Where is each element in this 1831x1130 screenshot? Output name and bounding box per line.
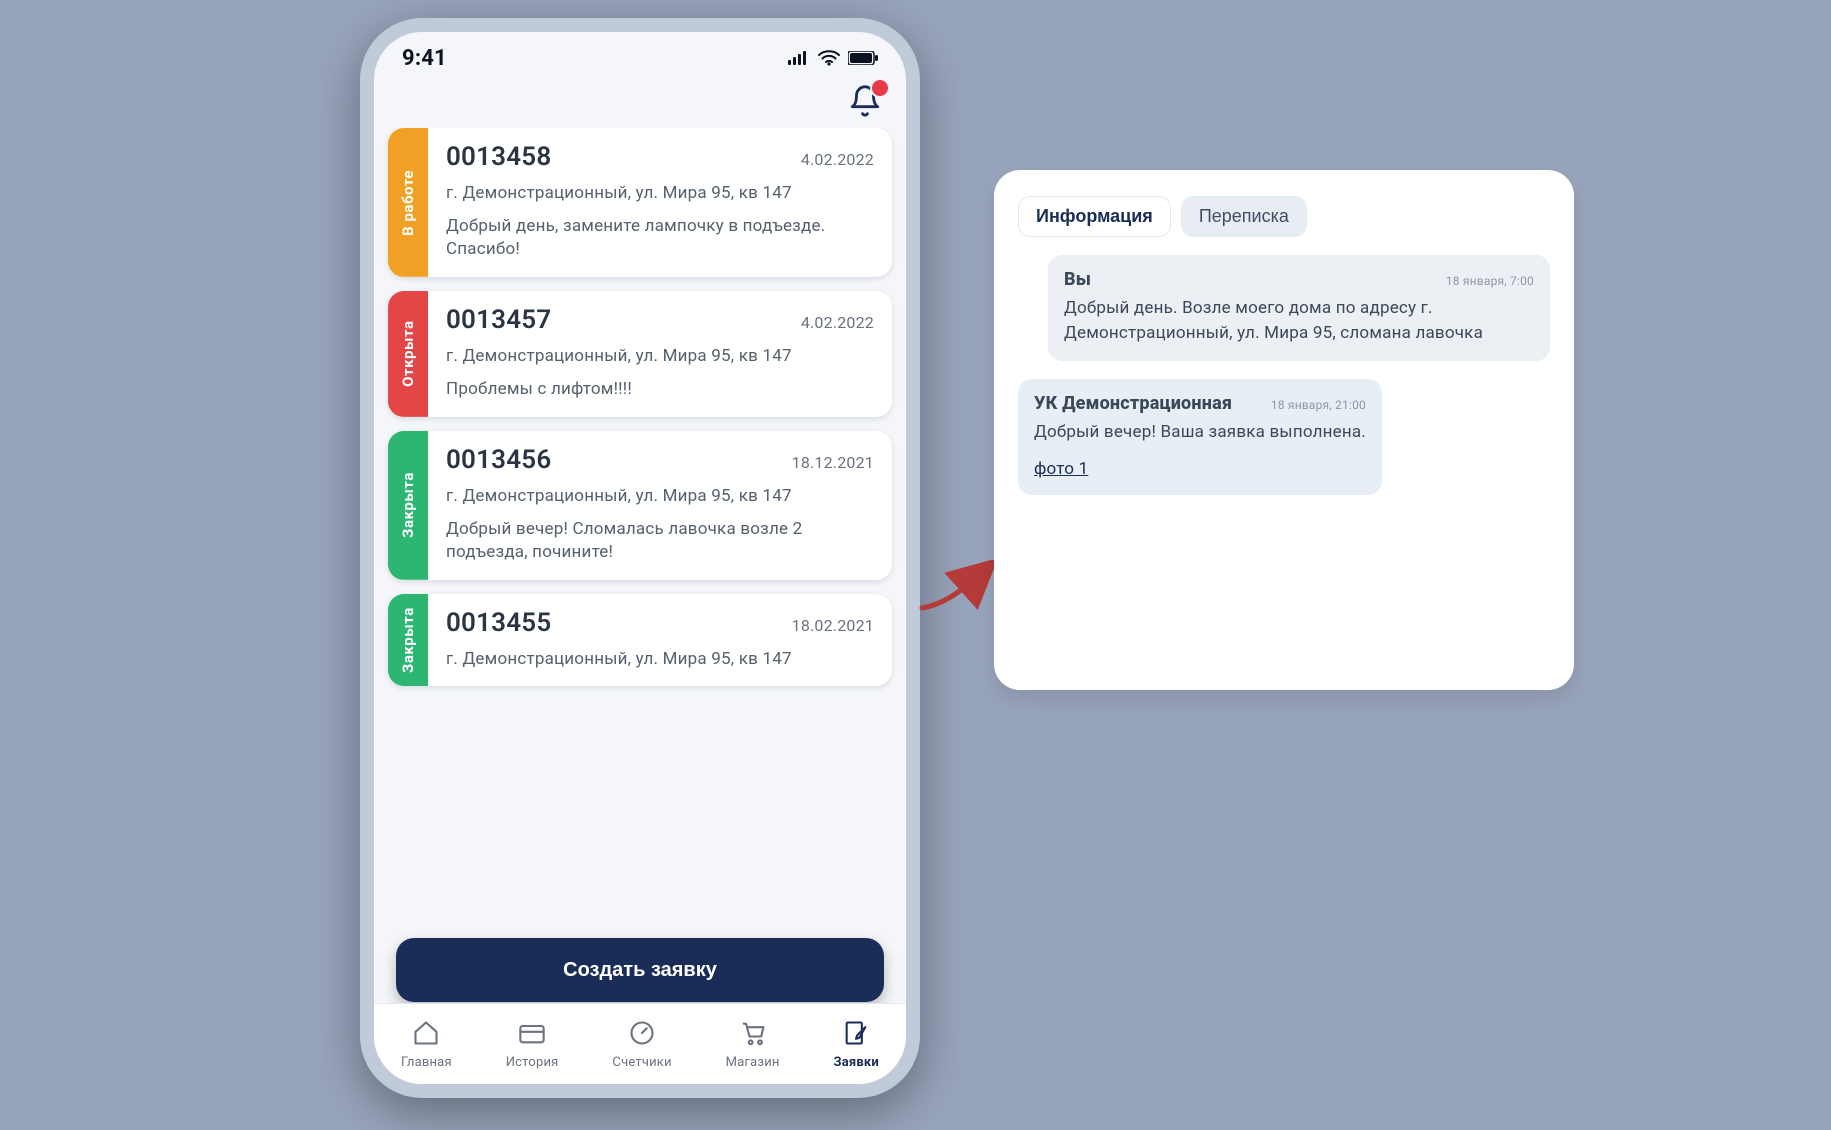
chat-author: Вы <box>1064 269 1091 290</box>
tab-label: История <box>506 1055 559 1070</box>
card-icon <box>518 1019 546 1051</box>
ticket-id: 0013456 <box>446 445 551 475</box>
status-time: 9:41 <box>402 46 447 71</box>
tab-meters[interactable]: Счетчики <box>612 1019 671 1070</box>
battery-icon <box>848 51 878 65</box>
chat-message-user: Вы 18 января, 7:00 Добрый день. Возле мо… <box>1048 255 1550 361</box>
bell-icon <box>848 103 882 122</box>
tab-thread[interactable]: Переписка <box>1181 196 1307 237</box>
tab-label: Магазин <box>726 1055 780 1070</box>
ticket-message: Проблемы с лифтом!!!! <box>446 378 874 401</box>
ticket-card[interactable]: Закрыта 0013456 18.12.2021 г. Демонстрац… <box>388 431 892 580</box>
ticket-card[interactable]: В работе 0013458 4.02.2022 г. Демонстрац… <box>388 128 892 277</box>
bottom-tabbar: Главная История Счетчики <box>374 1003 906 1084</box>
ticket-status-tag: Закрыта <box>388 431 428 580</box>
ticket-card[interactable]: Закрыта 0013455 18.02.2021 г. Демонстрац… <box>388 594 892 687</box>
phone-mockup: 9:41 <box>360 18 920 1098</box>
ticket-message: Добрый вечер! Сломалась лавочка возле 2 … <box>446 518 874 564</box>
tab-info[interactable]: Информация <box>1018 196 1171 237</box>
status-icons <box>788 50 878 66</box>
tab-tickets[interactable]: Заявки <box>834 1019 879 1070</box>
tab-shop[interactable]: Магазин <box>726 1019 780 1070</box>
home-icon <box>412 1019 440 1051</box>
tab-label: Счетчики <box>612 1055 671 1070</box>
chat-time: 18 января, 7:00 <box>1446 274 1534 288</box>
gauge-icon <box>628 1019 656 1051</box>
chat-attachment-link[interactable]: фото 1 <box>1034 459 1088 479</box>
ticket-date: 18.02.2021 <box>792 616 874 635</box>
status-bar: 9:41 <box>374 32 906 84</box>
tab-label: Главная <box>401 1055 452 1070</box>
cellular-icon <box>788 51 810 65</box>
create-ticket-button[interactable]: Создать заявку <box>396 938 884 1002</box>
ticket-status-tag: Открыта <box>388 291 428 417</box>
ticket-message: Добрый день, замените лампочку в подъезд… <box>446 215 874 261</box>
ticket-id: 0013455 <box>446 608 551 638</box>
ticket-date: 4.02.2022 <box>801 313 874 332</box>
ticket-address: г. Демонстрационный, ул. Мира 95, кв 147 <box>446 182 874 205</box>
chat-author: УК Демонстрационная <box>1034 393 1232 414</box>
notification-badge <box>872 80 888 96</box>
ticket-status-tag: В работе <box>388 128 428 277</box>
ticket-id: 0013457 <box>446 305 551 335</box>
chat-message-operator: УК Демонстрационная 18 января, 21:00 Доб… <box>1018 379 1382 495</box>
chat-attachment: фото 1 <box>1034 459 1366 479</box>
ticket-date: 18.12.2021 <box>792 453 874 472</box>
tab-history[interactable]: История <box>506 1019 559 1070</box>
cart-icon <box>739 1019 767 1051</box>
chat-panel: Информация Переписка Вы 18 января, 7:00 … <box>994 170 1574 690</box>
ticket-address: г. Демонстрационный, ул. Мира 95, кв 147 <box>446 485 874 508</box>
chat-text: Добрый вечер! Ваша заявка выполнена. <box>1034 420 1366 445</box>
arrow-annotation <box>917 560 997 614</box>
wifi-icon <box>818 50 840 66</box>
ticket-date: 4.02.2022 <box>801 150 874 169</box>
chat-tabs: Информация Переписка <box>1018 196 1550 237</box>
tab-home[interactable]: Главная <box>401 1019 452 1070</box>
edit-file-icon <box>842 1019 870 1051</box>
ticket-address: г. Демонстрационный, ул. Мира 95, кв 147 <box>446 345 874 368</box>
chat-time: 18 января, 21:00 <box>1271 398 1366 412</box>
ticket-address: г. Демонстрационный, ул. Мира 95, кв 147 <box>446 648 874 671</box>
chat-text: Добрый день. Возле моего дома по адресу … <box>1064 296 1534 345</box>
ticket-status-tag: Закрыта <box>388 594 428 687</box>
notifications-button[interactable] <box>848 84 884 120</box>
ticket-card[interactable]: Открыта 0013457 4.02.2022 г. Демонстраци… <box>388 291 892 417</box>
tab-label: Заявки <box>834 1055 879 1070</box>
ticket-id: 0013458 <box>446 142 551 172</box>
